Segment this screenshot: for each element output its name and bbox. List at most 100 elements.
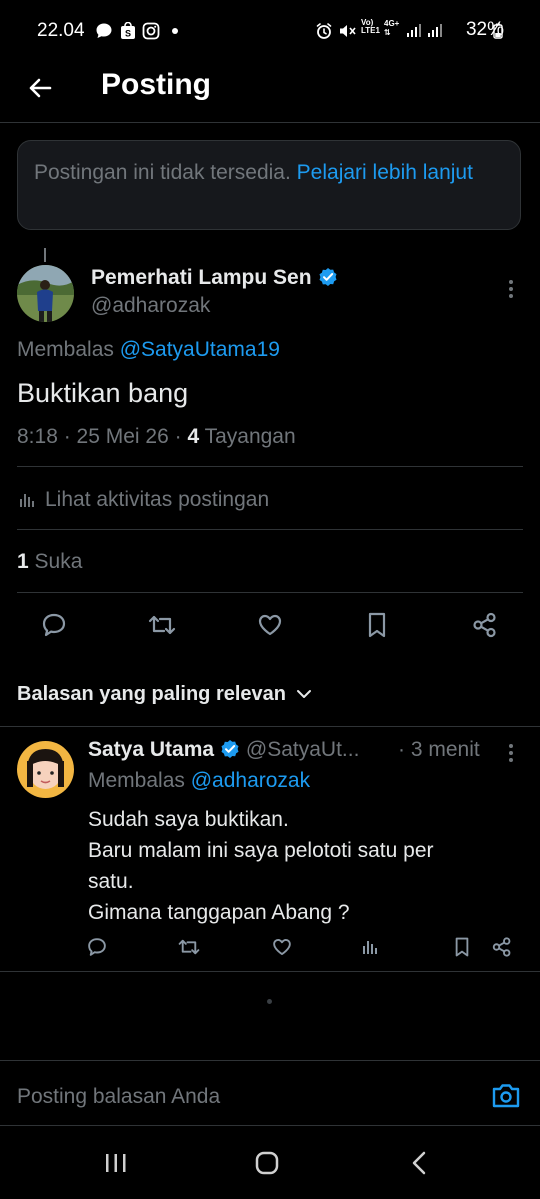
divider [17,466,523,467]
replying-to: Membalas @SatyaUtama19 [17,338,280,362]
author-avatar[interactable] [17,265,74,322]
network-4g-icon: 4G+ ⇅ [384,19,400,37]
recent-apps-icon [106,1154,126,1172]
reply-reply-button[interactable] [82,932,112,962]
bookmark-button[interactable] [360,608,394,642]
divider [0,726,540,727]
mute-icon [338,22,356,40]
reply-more-options-button[interactable] [497,741,525,765]
page-title: Posting [101,68,211,101]
reply-actions [0,932,540,962]
signal-icon [406,22,422,38]
share-icon [492,937,511,957]
reply-replying-to-link[interactable]: @adharozak [191,769,310,792]
reply-input[interactable]: Posting balasan Anda [17,1085,220,1109]
learn-more-link[interactable]: Pelajari lebih lanjut [297,161,473,184]
author-name-text: Pemerhati Lampu Sen [91,266,312,289]
camera-icon [492,1084,520,1108]
reply-like-button[interactable] [267,932,297,962]
post-meta: 8:18 · 25 Mei 26 · 4 Tayangan [17,425,296,449]
system-back-button[interactable] [407,1151,433,1175]
likes-label: Suka [34,550,83,573]
svg-text:S: S [125,29,131,39]
reply-author-handle[interactable]: @SatyaUt... [246,738,360,761]
heart-icon [258,614,282,636]
chat-bubble-icon [95,22,113,40]
likes-summary[interactable]: 1 Suka [17,550,82,574]
chevron-down-icon [297,690,311,698]
reply-line: Sudah saya buktikan. [88,808,289,831]
repost-icon [178,939,200,955]
divider [17,592,523,593]
camera-button[interactable] [490,1081,522,1113]
share-button[interactable] [468,608,502,642]
shopping-bag-icon: S [119,22,137,40]
reply-icon [88,938,106,956]
divider [17,529,523,530]
battery-icon [493,23,503,39]
home-icon [255,1151,279,1175]
instagram-icon [142,22,160,40]
reply-views-button[interactable] [355,932,385,962]
system-navigation-bar [0,1125,540,1199]
analytics-icon [20,494,34,507]
status-bar: 22.04 S Vo) LTE1 4G+ ⇅ 32% [0,0,540,60]
signal-icon-2 [427,22,443,38]
repost-button[interactable] [145,608,179,642]
reply-line: satu. [88,870,134,893]
reply-line: Gimana tanggapan Abang ? [88,901,350,924]
volte-icon: Vo) LTE1 [361,18,380,35]
reply-share-button[interactable] [487,932,517,962]
share-icon [473,612,496,638]
more-vertical-icon [509,280,513,298]
post-activity-label: Lihat aktivitas postingan [45,488,270,511]
loading-indicator [267,999,272,1004]
reply-replying-to: Membalas @adharozak [88,769,310,793]
post-timestamp: 8:18 · 25 Mei 26 · [17,425,182,448]
reply-repost-button[interactable] [174,932,204,962]
reply-time: · 3 menit [398,738,480,761]
more-options-button[interactable] [497,277,525,301]
author-name[interactable]: Pemerhati Lampu Sen [91,266,338,290]
reply-header: Satya Utama @SatyaUt... [88,738,359,762]
verified-badge-icon [220,739,240,759]
notice-text: Postingan ini tidak tersedia. [34,161,291,184]
back-button[interactable] [22,70,58,106]
top-app-bar: Posting [0,60,540,123]
reply-bookmark-button[interactable] [447,932,477,962]
unavailable-notice: Postingan ini tidak tersedia. Pelajari l… [17,140,521,230]
like-button[interactable] [253,608,287,642]
views-count: 4 [187,425,200,448]
reply-icon [42,613,66,637]
replies-sort-label: Balasan yang paling relevan [17,682,286,705]
replying-prefix: Membalas [17,338,114,361]
dot-icon [171,27,179,35]
repost-icon [148,615,176,635]
verified-badge-icon [318,267,338,287]
reply-button[interactable] [37,608,71,642]
thread-connector [44,248,46,262]
home-button[interactable] [254,1151,280,1175]
reply-compose-bar: Posting balasan Anda [0,1060,540,1126]
reply-replying-prefix: Membalas [88,769,185,792]
views-label: Tayangan [204,425,296,448]
divider [0,971,540,972]
status-time: 22.04 [37,20,85,41]
bookmark-icon [368,612,386,638]
arrow-left-icon [29,78,52,98]
reply-author-name[interactable]: Satya Utama [88,738,214,761]
replying-to-link[interactable]: @SatyaUtama19 [120,338,280,361]
post-activity-link[interactable]: Lihat aktivitas postingan [17,486,269,514]
likes-count: 1 [17,550,29,573]
reply-author-avatar[interactable] [17,741,74,798]
post-body: Buktikan bang [17,378,189,408]
replies-sort-dropdown[interactable]: Balasan yang paling relevan [17,680,312,708]
analytics-icon [363,941,377,954]
alarm-icon [315,22,333,40]
heart-icon [273,938,291,956]
bookmark-icon [455,937,469,957]
recent-apps-button[interactable] [103,1151,129,1175]
reply-line: Baru malam ini saya pelototi satu per [88,839,434,862]
author-handle[interactable]: @adharozak [91,294,210,318]
chevron-left-icon [412,1151,426,1175]
